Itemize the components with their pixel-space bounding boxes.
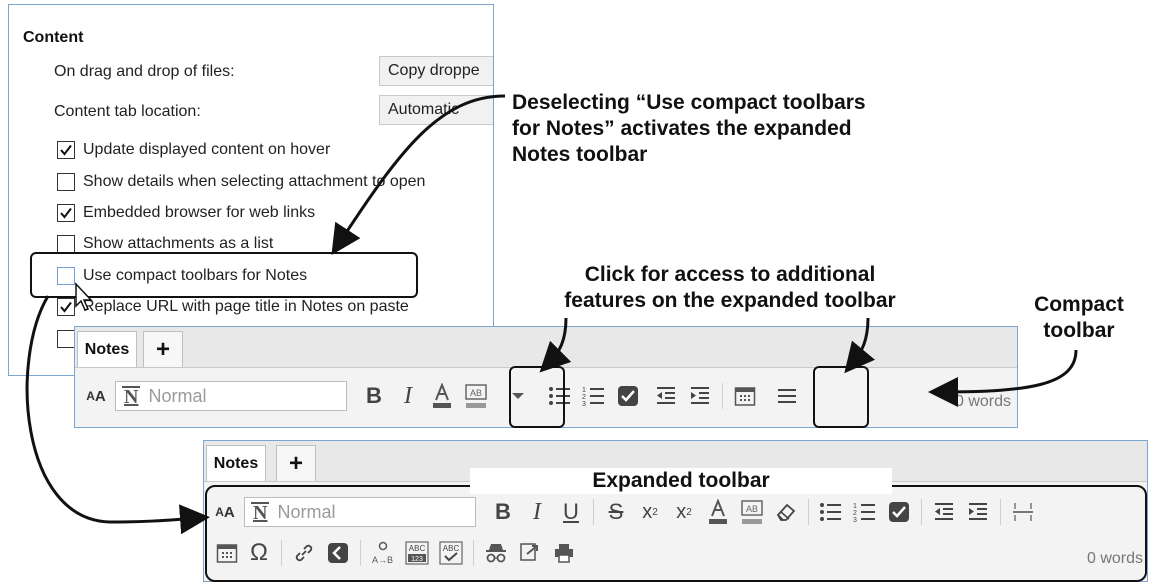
annotation-arrows	[25, 94, 1078, 535]
arrow-to-compact-checkbox	[331, 94, 506, 256]
arrow-to-expanded-toolbar	[25, 295, 210, 535]
arrow-to-dropdown-button	[539, 317, 572, 373]
arrow-compact-toolbar	[928, 349, 1078, 407]
arrow-to-menu-button	[844, 317, 876, 374]
